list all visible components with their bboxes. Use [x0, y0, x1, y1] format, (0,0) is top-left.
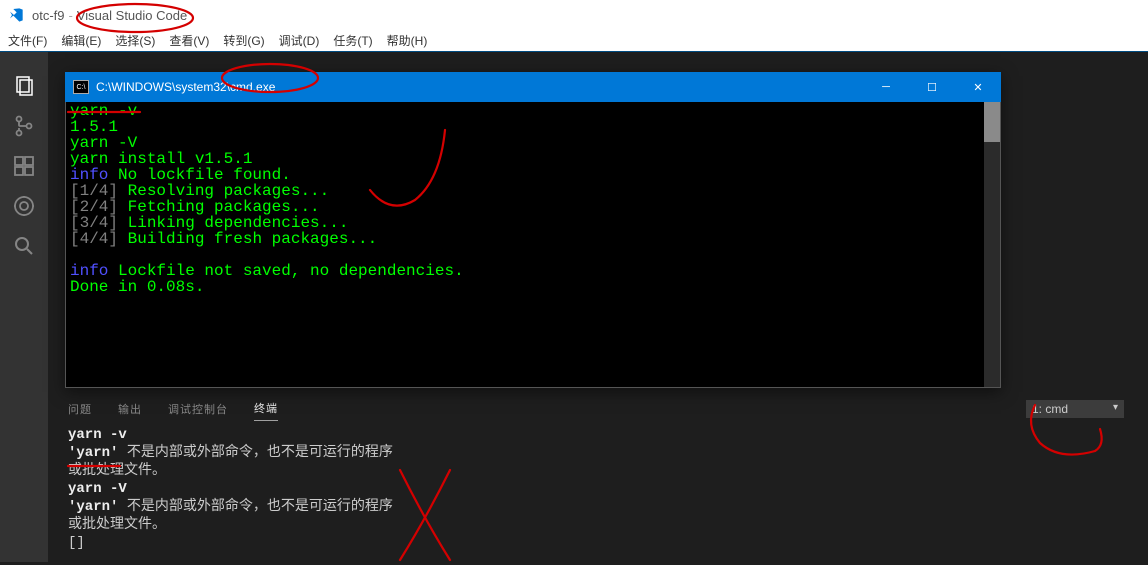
source-control-icon[interactable] — [0, 106, 48, 146]
app-name: Visual Studio Code — [77, 8, 187, 23]
menu-file[interactable]: 文件(F) — [8, 32, 47, 49]
tab-terminal[interactable]: 终端 — [254, 396, 278, 421]
explorer-icon[interactable] — [0, 66, 48, 106]
term-line: 不是内部或外部命令，也不是可运行的程序 — [118, 499, 392, 515]
debug-icon[interactable] — [0, 186, 48, 226]
term-line: yarn -v — [68, 427, 127, 443]
menu-bar: 文件(F) 编辑(E) 选择(S) 查看(V) 转到(G) 调试(D) 任务(T… — [0, 30, 1148, 52]
cmd-scrollbar[interactable] — [984, 102, 1000, 387]
term-line: 不是内部或外部命令，也不是可运行的程序 — [118, 445, 392, 461]
term-line: 或批处理文件。 — [68, 463, 166, 479]
project-name: otc-f9 — [32, 8, 65, 23]
search-icon[interactable] — [0, 226, 48, 266]
scrollbar-thumb[interactable] — [984, 102, 1000, 142]
terminal-selector[interactable]: 1: cmd — [1026, 400, 1124, 418]
minimize-button[interactable]: ─ — [863, 72, 909, 102]
menu-debug[interactable]: 调试(D) — [279, 32, 320, 49]
close-button[interactable]: ✕ — [955, 72, 1001, 102]
tab-output[interactable]: 输出 — [118, 397, 142, 421]
cmd-icon: C:\ — [73, 80, 89, 94]
bottom-panel: 问题 输出 调试控制台 终端 1: cmd yarn -v 'yarn' 不是内… — [48, 390, 1148, 562]
terminal-body[interactable]: yarn -v 'yarn' 不是内部或外部命令，也不是可运行的程序 或批处理文… — [48, 426, 1148, 562]
title-separator: - — [69, 8, 73, 23]
maximize-button[interactable]: ☐ — [909, 72, 955, 102]
term-line: 'yarn' — [68, 499, 118, 515]
menu-goto[interactable]: 转到(G) — [223, 32, 264, 49]
cmd-line: Building fresh packages... — [118, 230, 377, 248]
vscode-logo-icon — [8, 7, 24, 23]
menu-edit[interactable]: 编辑(E) — [61, 32, 101, 49]
title-bar: otc-f9 - Visual Studio Code — [0, 0, 1148, 30]
cmd-window: C:\ C:\WINDOWS\system32\cmd.exe ─ ☐ ✕ ya… — [65, 72, 1001, 388]
tab-problems[interactable]: 问题 — [68, 397, 92, 421]
term-line: 'yarn' — [68, 445, 118, 461]
cmd-line: Done in 0.08s. — [70, 278, 204, 296]
cmd-title-text: C:\WINDOWS\system32\cmd.exe — [96, 80, 275, 94]
menu-help[interactable]: 帮助(H) — [387, 32, 428, 49]
terminal-selector-label[interactable]: 1: cmd — [1026, 400, 1124, 418]
cmd-body[interactable]: yarn -v 1.5.1 yarn -V yarn install v1.5.… — [65, 102, 1001, 388]
menu-view[interactable]: 查看(V) — [169, 32, 209, 49]
panel-tabs: 问题 输出 调试控制台 终端 1: cmd — [48, 391, 1148, 426]
activity-bar — [0, 52, 48, 562]
menu-tasks[interactable]: 任务(T) — [333, 32, 372, 49]
menu-select[interactable]: 选择(S) — [115, 32, 155, 49]
term-line: [] — [68, 535, 85, 551]
term-line: yarn -V — [68, 481, 127, 497]
extensions-icon[interactable] — [0, 146, 48, 186]
tab-debug-console[interactable]: 调试控制台 — [168, 397, 228, 421]
term-line: 或批处理文件。 — [68, 517, 166, 533]
cmd-title-bar[interactable]: C:\ C:\WINDOWS\system32\cmd.exe ─ ☐ ✕ — [65, 72, 1001, 102]
